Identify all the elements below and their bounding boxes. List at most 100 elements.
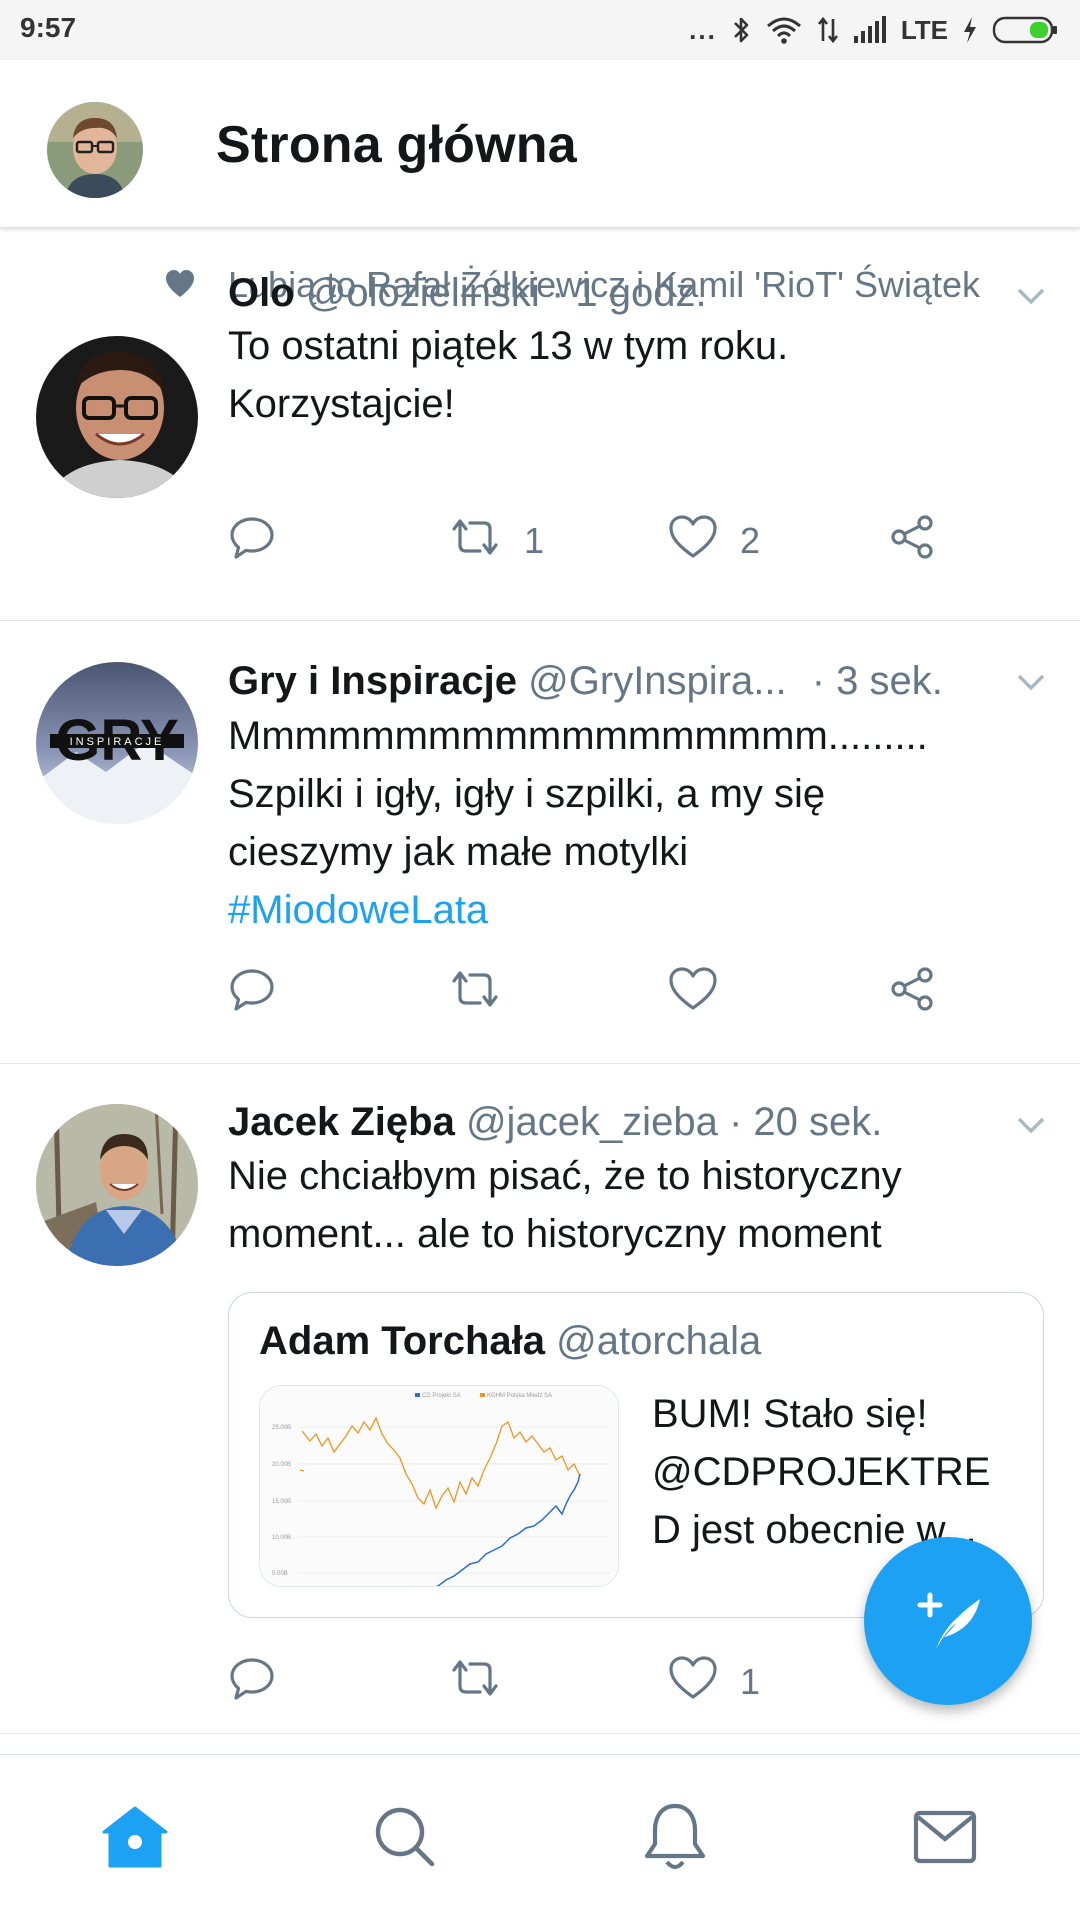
avatar[interactable] (36, 1104, 198, 1266)
reply-button[interactable] (228, 1652, 276, 1712)
tweet-text: Nie chciałbym pisać, że to historyczny m… (228, 1147, 1058, 1263)
share-icon (888, 513, 936, 570)
author-name[interactable]: Olo (228, 271, 295, 315)
profile-avatar[interactable] (47, 102, 143, 198)
retweet-button[interactable]: 1 (448, 511, 544, 571)
chart-tick: 10.00B (272, 1535, 291, 1541)
tweet-text-line: Szpilki i igły, igły i szpilki, a my się (228, 772, 826, 816)
quoted-author-handle: @atorchala (556, 1319, 762, 1363)
data-arrows-icon (817, 15, 839, 45)
tweet-header: Olo @olozielinski · 1 godz. (228, 271, 707, 316)
chevron-down-icon[interactable] (1016, 673, 1046, 696)
like-button[interactable]: 2 (668, 511, 760, 571)
author-name[interactable]: Jacek Zięba (228, 1100, 455, 1144)
nav-messages[interactable] (905, 1799, 985, 1879)
search-icon (372, 1804, 438, 1875)
tweet-header: Jacek Zięba @jacek_zieba · 20 sek. (228, 1100, 882, 1145)
tweet-item[interactable]: GRY INSPIRACJE Gry i Inspiracje @GryInsp… (0, 621, 1080, 1064)
compose-tweet-button[interactable] (864, 1537, 1032, 1705)
retweet-icon (448, 965, 502, 1022)
heart-icon (668, 1655, 718, 1710)
like-button[interactable]: 1 (668, 1652, 760, 1712)
avatar-logo-subtext: INSPIRACJE (70, 736, 165, 748)
reply-icon (228, 965, 276, 1022)
status-icons: ... LTE (689, 12, 1058, 48)
tweet-time: · 1 godz. (550, 271, 707, 315)
quoted-tweet-text: BUM! Stało się! @CDPROJEKTRE D jest obec… (652, 1385, 1032, 1559)
like-count: 1 (740, 1661, 761, 1702)
reply-icon (228, 1654, 276, 1711)
quoted-text-line: BUM! Stało się! (652, 1392, 928, 1436)
battery-icon (992, 15, 1058, 45)
retweet-count: 1 (524, 520, 545, 561)
like-button[interactable] (668, 963, 718, 1023)
retweet-button[interactable] (448, 1652, 502, 1712)
tweet-text-line: cieszymy jak małe motylki (228, 830, 689, 874)
tweet-item[interactable]: Lubią to Rafał Żółkiewicz i Kamil 'RioT'… (0, 229, 1080, 621)
tweet-text: To ostatni piątek 13 w tym roku. Korzyst… (228, 317, 1058, 433)
status-time: 9:57 (20, 12, 77, 43)
chart-legend-kghm: KGHM Polska Miedz SA (487, 1393, 552, 1399)
heart-icon (668, 514, 718, 569)
top-bar: Strona główna (0, 60, 1080, 228)
author-handle[interactable]: @jacek_zieba (466, 1100, 718, 1144)
notifications-icon (643, 1802, 707, 1877)
retweet-icon (448, 1654, 502, 1711)
page-title: Strona główna (216, 116, 577, 174)
like-count: 2 (740, 520, 761, 561)
nav-notifications[interactable] (635, 1799, 715, 1879)
quoted-text-line: @CDPROJEKTRE (652, 1450, 991, 1494)
author-name[interactable]: Gry i Inspiracje (228, 659, 517, 703)
author-handle[interactable]: @GryInspira... (528, 659, 786, 703)
avatar[interactable] (36, 336, 198, 498)
reply-button[interactable] (228, 963, 276, 1023)
quoted-tweet-image[interactable]: CD Projekt SA KGHM Polska Miedz SA 25.00… (259, 1385, 619, 1587)
tweet-actions: 1 2 (228, 511, 988, 571)
reply-button[interactable] (228, 511, 276, 571)
tweet-text: Mmmmmmmmmmmmmmmmmm......... Szpilki i ig… (228, 707, 1058, 939)
quoted-tweet-header: Adam Torchała @atorchala (259, 1319, 761, 1364)
home-icon (100, 1804, 170, 1875)
wifi-icon (765, 15, 803, 45)
chart-tick: 5.00B (272, 1571, 288, 1577)
nav-home[interactable] (95, 1799, 175, 1879)
tweet-text-line: Mmmmmmmmmmmmmmmmmm......... (228, 714, 928, 758)
author-handle[interactable]: @olozielinski (306, 271, 540, 315)
tweet-time: · 20 sek. (728, 1100, 883, 1144)
avatar[interactable]: GRY INSPIRACJE (36, 662, 198, 824)
charging-icon (962, 15, 978, 45)
chart-tick: 20.00B (272, 1462, 291, 1468)
share-button[interactable] (888, 511, 936, 571)
status-bar: 9:57 ... LTE (0, 0, 1080, 60)
chart-legend-cd-projekt: CD Projekt SA (422, 1393, 461, 1399)
reply-icon (228, 513, 276, 570)
stock-chart-thumbnail: CD Projekt SA KGHM Polska Miedz SA 25.00… (260, 1386, 618, 1586)
tweet-text-line: Nie chciałbym pisać, że to historyczny (228, 1154, 902, 1198)
tweet-text-line: moment... ale to historyczny moment (228, 1212, 882, 1256)
status-dots: ... (689, 14, 717, 45)
heart-icon (668, 966, 718, 1021)
chevron-down-icon[interactable] (1016, 1116, 1046, 1139)
bluetooth-icon (731, 15, 751, 45)
tweet-header: Gry i Inspiracje @GryInspira... · 3 sek. (228, 659, 943, 704)
hashtag-link[interactable]: #MiodoweLata (228, 888, 488, 932)
signal-icon (853, 16, 887, 44)
chevron-down-icon[interactable] (1016, 287, 1046, 310)
share-button[interactable] (888, 963, 936, 1023)
retweet-icon (448, 513, 502, 570)
network-type: LTE (900, 14, 948, 45)
compose-tweet-icon (906, 1577, 990, 1666)
timeline[interactable]: Lubią to Rafał Żółkiewicz i Kamil 'RioT'… (0, 229, 1080, 1734)
messages-icon (912, 1809, 978, 1870)
nav-search[interactable] (365, 1799, 445, 1879)
chart-tick: 15.00B (272, 1499, 291, 1505)
quoted-author-name: Adam Torchała (259, 1319, 545, 1363)
tweet-text-line: To ostatni piątek 13 w tym roku. (228, 324, 789, 368)
chart-tick: 25.00B (272, 1425, 291, 1431)
bottom-navigation (0, 1754, 1080, 1920)
tweet-text-line: Korzystajcie! (228, 382, 455, 426)
heart-filled-icon (164, 269, 196, 304)
tweet-actions (228, 963, 988, 1023)
retweet-button[interactable] (448, 963, 502, 1023)
tweet-time: · 3 sek. (811, 659, 943, 703)
